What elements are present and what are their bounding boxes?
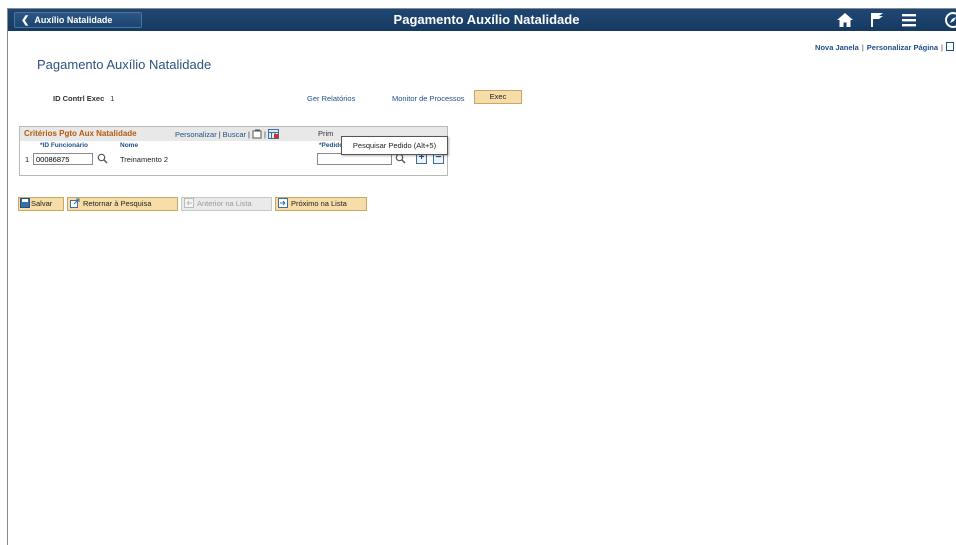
help-icon[interactable] <box>946 42 954 51</box>
new-window-link[interactable]: Nova Janela <box>815 43 859 52</box>
save-label: Salvar <box>31 199 53 208</box>
personalize-page-link[interactable]: Personalizar Página <box>867 43 938 52</box>
tooltip: Pesquisar Pedido (Alt+5) <box>341 136 448 155</box>
grid-first-label[interactable]: Prim <box>318 129 333 138</box>
run-control-value: 1 <box>110 94 115 103</box>
grid-title: Critérios Pgto Aux Natalidade <box>24 129 137 138</box>
grid-link-separator: | <box>247 130 250 139</box>
previous-in-list-button[interactable]: Anterior na Lista <box>181 197 272 211</box>
run-control-id: ID Contrl Exec 1 <box>53 94 114 103</box>
col-header-order: *Pedido <box>319 142 344 149</box>
return-to-search-button[interactable]: Retornar à Pesquisa <box>67 197 178 211</box>
menu-icon[interactable] <box>899 10 919 30</box>
next-in-list-button[interactable]: Próximo na Lista <box>275 197 367 211</box>
header-links: Nova Janela | Personalizar Página | <box>815 42 954 52</box>
flag-icon[interactable] <box>867 10 887 30</box>
view-all-icon[interactable] <box>252 129 262 139</box>
app-frame: ❮ Auxílio Natalidade Pagamento Auxílio Na… <box>7 8 956 545</box>
report-manager-link[interactable]: Ger Relatórios <box>307 94 355 103</box>
save-icon <box>20 198 30 208</box>
employee-lookup-icon[interactable] <box>97 153 108 164</box>
grid-header-links: Personalizar | Buscar | | <box>175 129 279 139</box>
employee-id-input[interactable] <box>33 153 93 165</box>
banner-title: Pagamento Auxílio Natalidade <box>393 12 580 27</box>
grid-search-link[interactable]: Buscar <box>223 130 246 139</box>
col-header-id: *ID Funcionário <box>40 142 89 149</box>
exec-button[interactable]: Exec <box>474 90 522 104</box>
return-icon <box>70 198 80 208</box>
employee-name: Treinamento 2 <box>120 155 169 164</box>
link-separator: | <box>861 43 864 52</box>
top-banner: ❮ Auxílio Natalidade Pagamento Auxílio Na… <box>8 9 956 31</box>
navbar-icon[interactable] <box>943 10 956 30</box>
link-separator: | <box>941 43 943 52</box>
previous-icon <box>184 198 194 208</box>
next-icon <box>278 198 288 208</box>
row-number: 1 <box>25 155 30 164</box>
process-monitor-link[interactable]: Monitor de Processos <box>392 94 465 103</box>
previous-in-list-label: Anterior na Lista <box>197 199 252 208</box>
grid-link-separator: | <box>263 130 266 139</box>
return-to-search-label: Retornar à Pesquisa <box>83 199 152 208</box>
grid-link-separator: | <box>218 130 221 139</box>
page-title: Pagamento Auxílio Natalidade <box>37 57 212 72</box>
col-header-name: Nome <box>120 142 139 149</box>
grid-personalize-link[interactable]: Personalizar <box>175 130 217 139</box>
download-grid-icon[interactable] <box>267 129 279 139</box>
save-button[interactable]: Salvar <box>18 197 64 211</box>
home-icon[interactable] <box>835 10 855 30</box>
next-in-list-label: Próximo na Lista <box>291 199 347 208</box>
run-control-label: ID Contrl Exec <box>53 94 105 103</box>
